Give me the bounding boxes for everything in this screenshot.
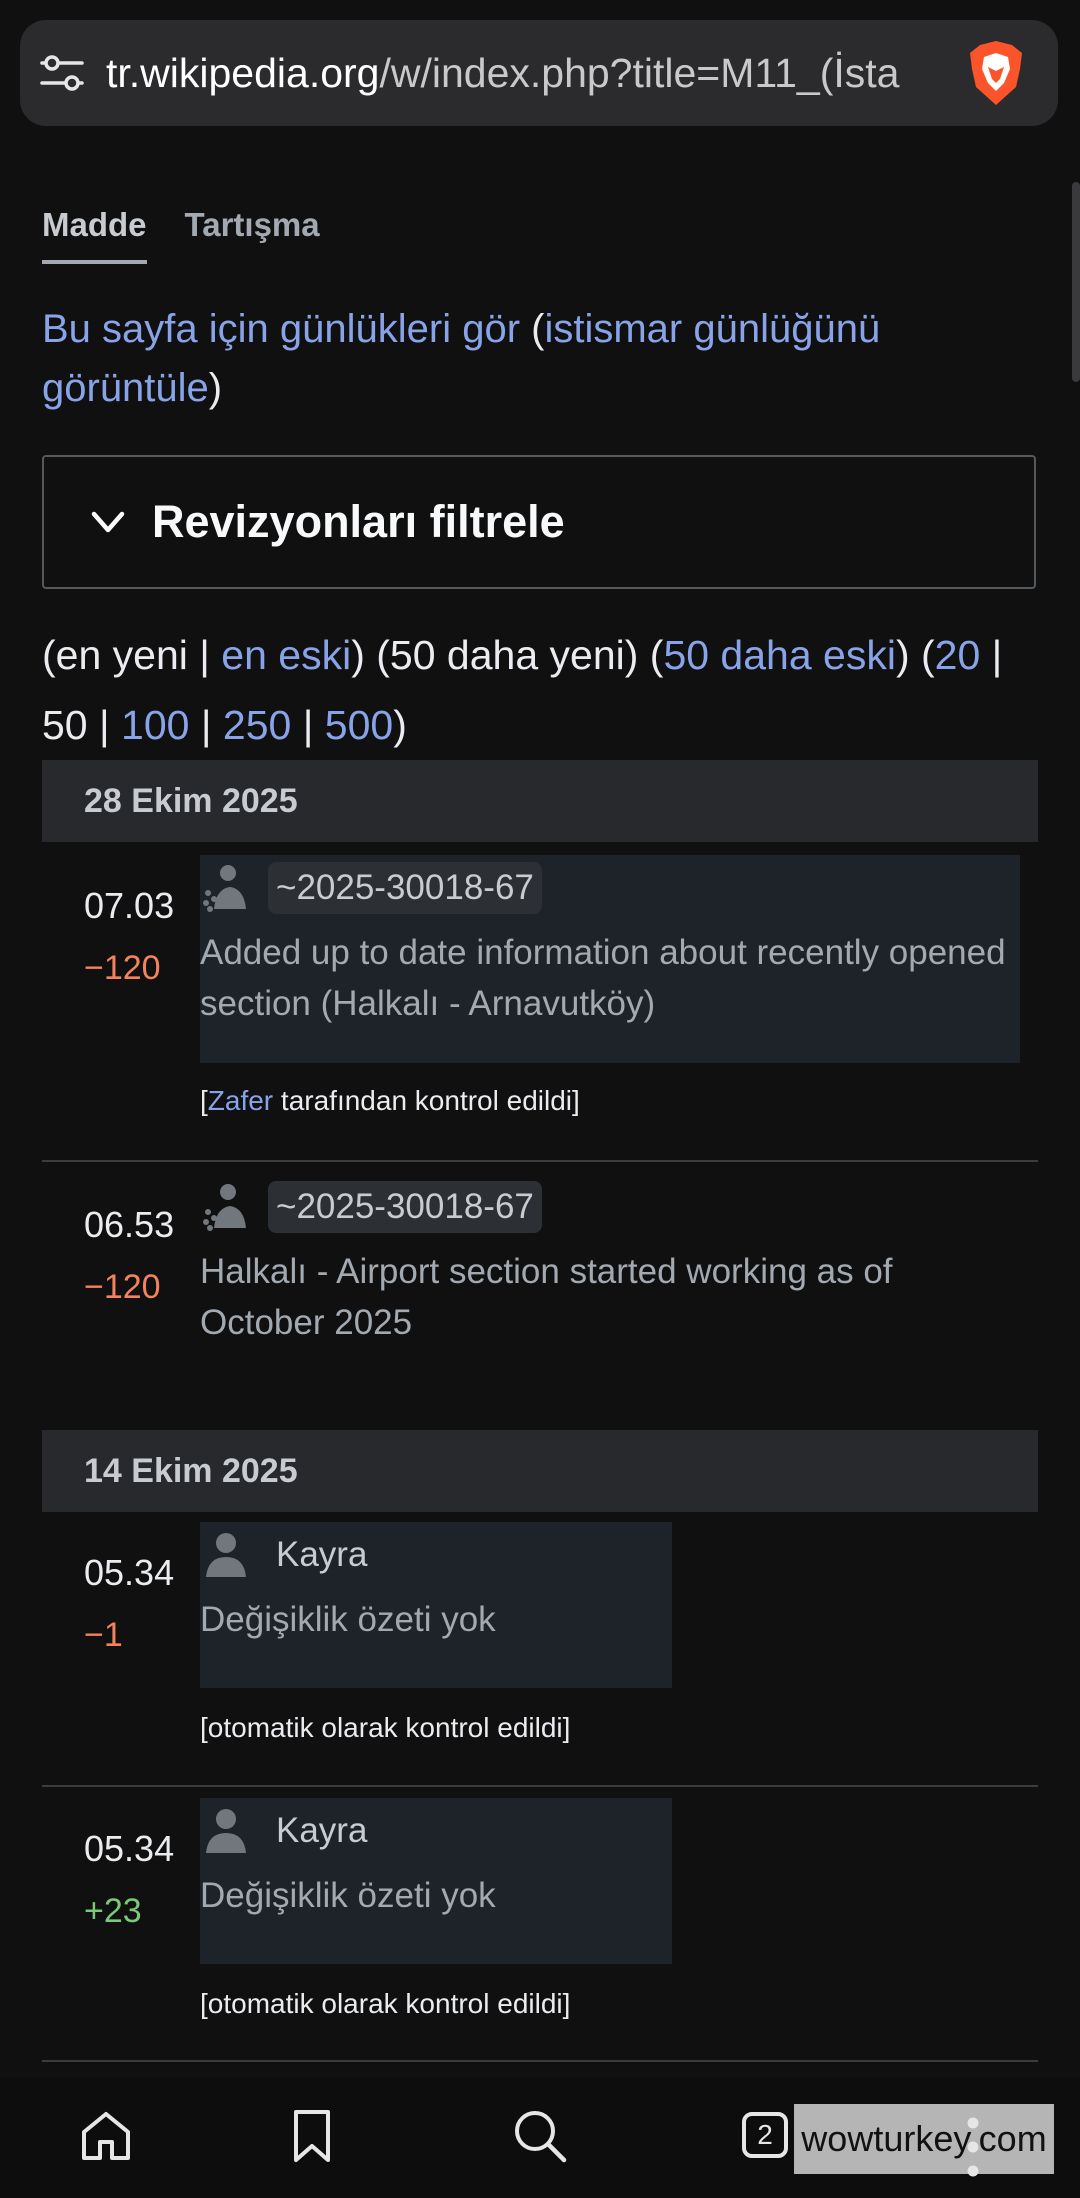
pager-limit-500[interactable]: 500 [325, 702, 393, 748]
pager-text: ) (50 daha yeni) ( [351, 632, 664, 678]
revision-size-diff: +23 [84, 1892, 142, 1930]
tabs-icon[interactable]: 2 [742, 2112, 788, 2158]
pager-text: ) [393, 702, 407, 748]
patrol-note: [otomatik olarak kontrol edildi] [200, 1712, 571, 1743]
revision-size-diff: −120 [84, 949, 161, 987]
revision-summary: Değişiklik özeti yok [200, 1876, 496, 1915]
logs-line: Bu sayfa için günlükleri gör (istismar g… [42, 300, 1042, 418]
revision-user: ~2025-30018-67 [200, 1174, 1020, 1240]
revision-user: Kayra [200, 1522, 672, 1588]
revision-time-link[interactable]: 07.03 [84, 885, 174, 927]
page-tabs: Madde Tartışma [42, 206, 320, 264]
tab-article[interactable]: Madde [42, 206, 147, 264]
menu-dots-icon[interactable] [966, 2116, 980, 2178]
revision-username-link[interactable]: Kayra [276, 1535, 367, 1575]
bookmark-icon[interactable] [282, 2106, 342, 2166]
revision-summary: Added up to date information about recen… [200, 933, 1006, 1023]
brave-lion-icon[interactable] [966, 39, 1026, 107]
browser-url-bar[interactable]: tr.wikipedia.org/w/index.php?title=M11_(… [20, 20, 1058, 126]
revision-time-link[interactable]: 05.34 [84, 1828, 174, 1870]
revision-time-link[interactable]: 06.53 [84, 1204, 174, 1246]
pager-oldest-link[interactable]: en eski [221, 632, 351, 678]
paren-open: ( [520, 307, 545, 351]
search-icon[interactable] [510, 2106, 570, 2166]
divider [42, 1785, 1038, 1787]
pager-text: | [189, 702, 223, 748]
user-icon [206, 1809, 246, 1853]
chevron-down-icon [91, 511, 125, 533]
scrollbar-thumb[interactable] [1072, 182, 1080, 382]
patrol-bracket: [ [200, 1085, 208, 1116]
revision-summary: Değişiklik özeti yok [200, 1600, 496, 1639]
revision-size-diff: −120 [84, 1268, 161, 1306]
patrol-text: tarafından kontrol edildi] [273, 1085, 580, 1116]
temp-user-icon [203, 865, 246, 912]
revision-username-link[interactable]: ~2025-30018-67 [268, 1181, 542, 1233]
revision-body: ~2025-30018-67 Halkalı - Airport section… [200, 1174, 1020, 1348]
date-header: 28 Ekim 2025 [42, 760, 1038, 842]
revision-highlight: ~2025-30018-67 Added up to date informat… [200, 855, 1020, 1063]
paren-close: ) [208, 366, 223, 410]
patrol-user-link[interactable]: Zafer [208, 1085, 273, 1116]
pager-limit-20[interactable]: 20 [935, 632, 981, 678]
pager-limit-250[interactable]: 250 [223, 702, 291, 748]
pager-older-link[interactable]: 50 daha eski [663, 632, 896, 678]
user-icon [206, 1533, 246, 1577]
revision-summary: Halkalı - Airport section started workin… [200, 1252, 893, 1342]
revision-user: ~2025-30018-67 [200, 855, 1020, 921]
revision-size-diff: −1 [84, 1616, 123, 1654]
home-icon[interactable] [76, 2106, 136, 2166]
tune-icon[interactable] [38, 49, 86, 97]
url-text[interactable]: tr.wikipedia.org/w/index.php?title=M11_(… [106, 50, 940, 97]
pager-text: | [291, 702, 325, 748]
divider [42, 2060, 1038, 2062]
revision-username-link[interactable]: Kayra [276, 1811, 367, 1851]
revision-highlight: Kayra Değişiklik özeti yok [200, 1522, 672, 1688]
filter-revisions-toggle[interactable]: Revizyonları filtrele [42, 455, 1036, 589]
view-logs-link[interactable]: Bu sayfa için günlükleri gör [42, 307, 520, 351]
revision-time-link[interactable]: 05.34 [84, 1552, 174, 1594]
date-header: 14 Ekim 2025 [42, 1430, 1038, 1512]
revision-user: Kayra [200, 1798, 672, 1864]
revision-highlight: Kayra Değişiklik özeti yok [200, 1798, 672, 1964]
divider [42, 1160, 1038, 1162]
filter-revisions-label: Revizyonları filtrele [152, 496, 565, 547]
pager-limit-100[interactable]: 100 [121, 702, 189, 748]
watermark: wowturkey.com [794, 2104, 1054, 2174]
browser-bottom-bar: 2 wowturkey.com [0, 2078, 1080, 2198]
tab-talk[interactable]: Tartışma [185, 206, 320, 264]
patrol-note: [otomatik olarak kontrol edildi] [200, 1988, 571, 2019]
revision-username-link[interactable]: ~2025-30018-67 [268, 862, 542, 914]
pager-text: ) ( [895, 632, 935, 678]
history-pager: (en yeni | en eski) (50 daha yeni) (50 d… [42, 620, 1042, 760]
pager-text: (en yeni | [42, 632, 222, 678]
patrol-note: [Zafer tarafından kontrol edildi] [200, 1085, 580, 1117]
temp-user-icon [203, 1184, 246, 1231]
